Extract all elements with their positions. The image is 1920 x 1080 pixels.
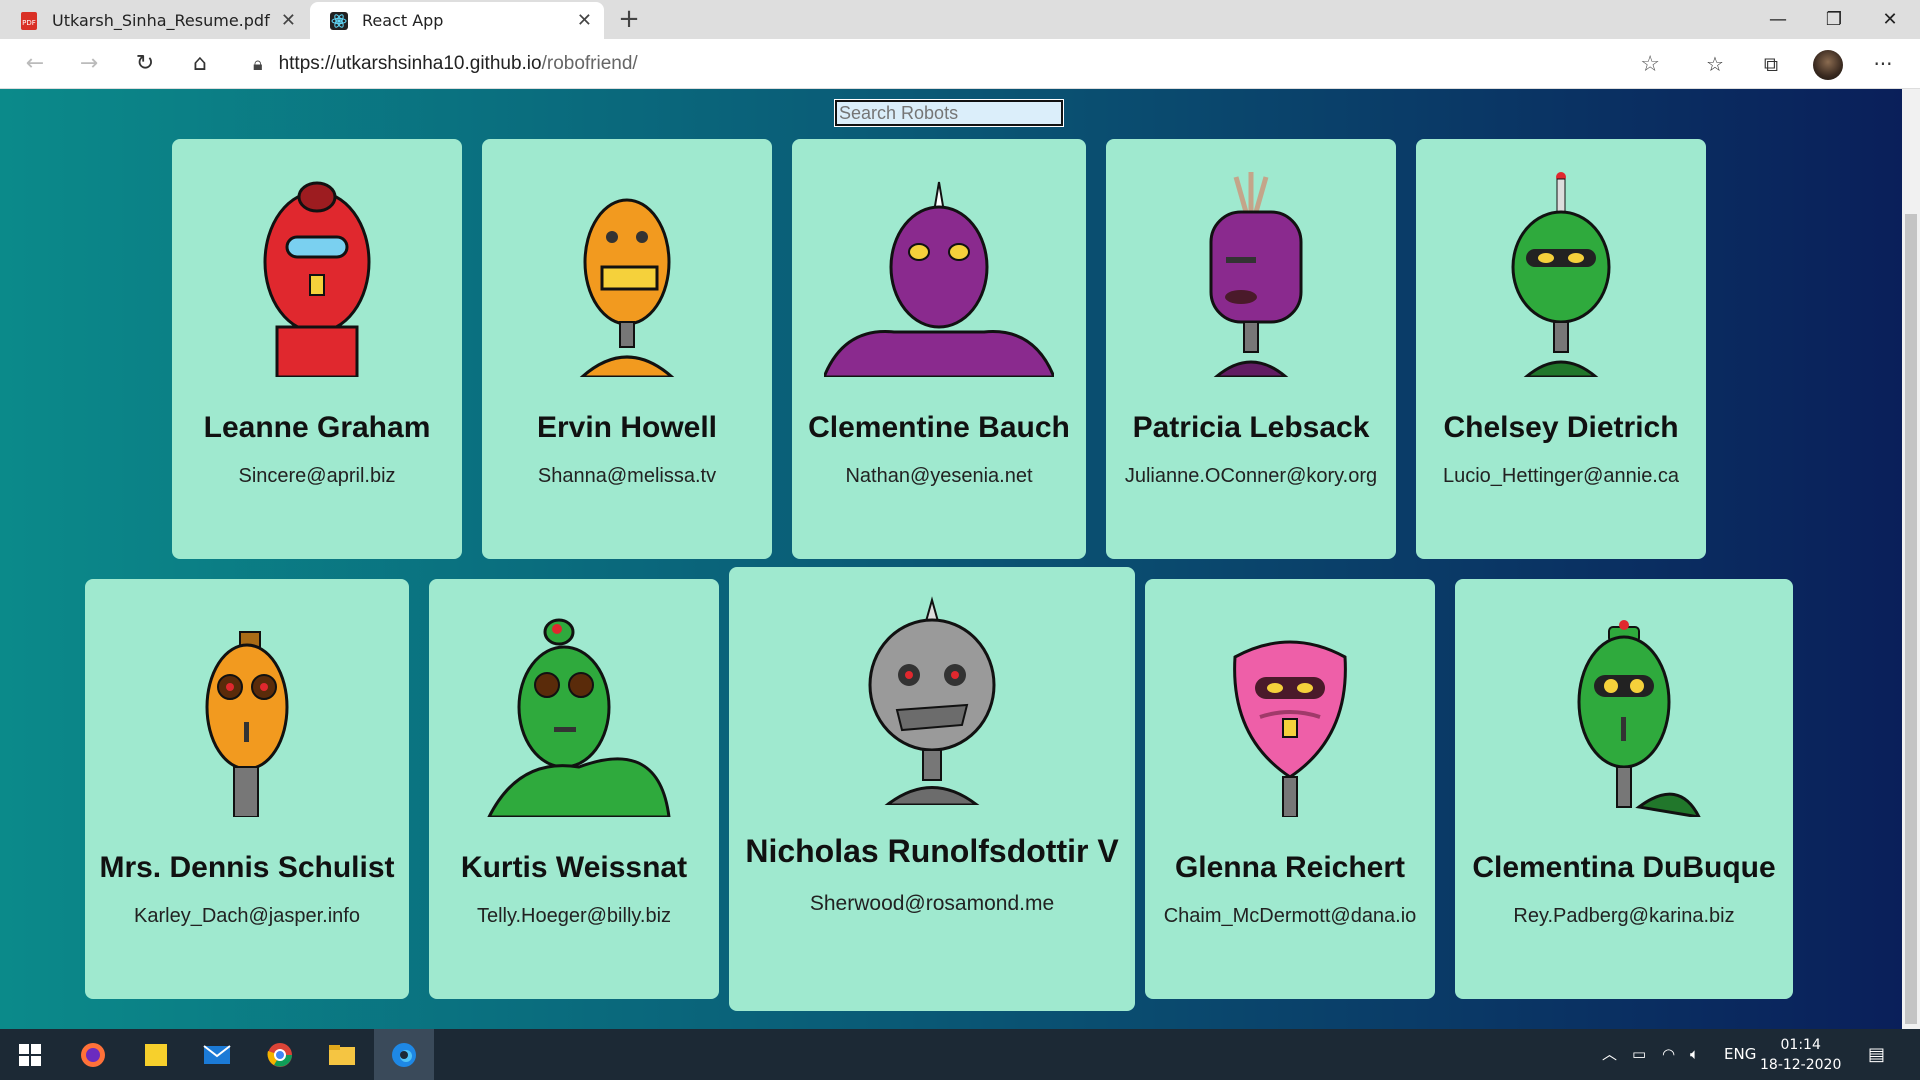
sticky-notes-icon[interactable] bbox=[126, 1029, 186, 1080]
robot-email: Julianne.OConner@kory.org bbox=[1124, 465, 1378, 487]
robot-avatar-image bbox=[1511, 172, 1611, 377]
collections-icon[interactable]: ⧉ bbox=[1756, 49, 1786, 79]
robot-avatar-image bbox=[1233, 640, 1347, 817]
new-tab-button[interactable]: + bbox=[614, 4, 644, 34]
tab-react-app[interactable]: React App ✕ bbox=[310, 2, 604, 39]
restore-button[interactable]: ❐ bbox=[1806, 0, 1862, 39]
firefox-icon[interactable] bbox=[63, 1029, 123, 1080]
robot-email: Nathan@yesenia.net bbox=[845, 465, 1033, 487]
address-bar[interactable]: 🔒︎ https://utkarshsinha10.github.io/robo… bbox=[235, 44, 1680, 84]
robot-name: Patricia Lebsack bbox=[1132, 411, 1370, 444]
mail-icon[interactable] bbox=[187, 1029, 247, 1080]
robofriends-page: Leanne Graham Sincere@april.biz Ervin Howe… bbox=[0, 89, 1902, 1029]
close-window-button[interactable]: ✕ bbox=[1862, 0, 1918, 39]
clock-time: 01:14 bbox=[1780, 1037, 1821, 1053]
browser-toolbar: ← → ↻ ⌂ 🔒︎ https://utkarshsinha10.github… bbox=[0, 39, 1920, 89]
robot-avatar-image bbox=[579, 198, 675, 377]
robot-name: Glenna Reichert bbox=[1174, 851, 1406, 884]
robot-email: Telly.Hoeger@billy.biz bbox=[476, 905, 672, 927]
robot-avatar-image bbox=[487, 618, 671, 817]
robot-email: Sherwood@rosamond.me bbox=[809, 892, 1055, 915]
profile-avatar[interactable] bbox=[1813, 50, 1843, 80]
clock-date: 18-12-2020 bbox=[1760, 1057, 1842, 1073]
file-explorer-icon[interactable] bbox=[312, 1029, 372, 1080]
refresh-icon[interactable]: ↻ bbox=[130, 49, 160, 79]
robot-name: Kurtis Weissnat bbox=[460, 851, 688, 884]
robot-card[interactable]: Ervin Howell Shanna@melissa.tv bbox=[482, 139, 772, 559]
robot-name: Mrs. Dennis Schulist bbox=[99, 851, 395, 884]
scrollbar[interactable] bbox=[1902, 89, 1920, 1029]
volume-icon[interactable]: 🔈︎ bbox=[1690, 1029, 1699, 1080]
svg-text:PDF: PDF bbox=[22, 19, 36, 27]
close-tab-icon[interactable]: ✕ bbox=[281, 10, 296, 31]
language-indicator[interactable]: ENG bbox=[1724, 1029, 1756, 1080]
tab-strip: PDF Utkarsh_Sinha_Resume.pdf ✕ React App… bbox=[0, 0, 1920, 39]
tab-title: React App bbox=[362, 11, 444, 30]
show-hidden-icons-icon[interactable]: ︿ bbox=[1602, 1029, 1617, 1080]
lock-icon: 🔒︎ bbox=[253, 53, 263, 75]
robot-name: Clementine Bauch bbox=[808, 411, 1070, 444]
robot-card[interactable]: Mrs. Dennis Schulist Karley_Dach@jasper.i… bbox=[85, 579, 409, 999]
search-input[interactable] bbox=[834, 99, 1064, 127]
robot-avatar-image bbox=[824, 181, 1054, 377]
robot-email: Sincere@april.biz bbox=[238, 465, 396, 487]
robot-card[interactable]: Clementine Bauch Nathan@yesenia.net bbox=[792, 139, 1086, 559]
browser-window: PDF Utkarsh_Sinha_Resume.pdf ✕ React App… bbox=[0, 0, 1920, 1080]
robot-card[interactable]: Kurtis Weissnat Telly.Hoeger@billy.biz bbox=[429, 579, 719, 999]
wifi-icon[interactable]: ◠ bbox=[1662, 1029, 1675, 1080]
edge-icon[interactable] bbox=[374, 1029, 434, 1080]
robot-email: Shanna@melissa.tv bbox=[537, 465, 717, 487]
robot-card[interactable]: Clementina DuBuque Rey.Padberg@karina.biz bbox=[1455, 579, 1793, 999]
robot-card[interactable]: Chelsey Dietrich Lucio_Hettinger@annie.ca bbox=[1416, 139, 1706, 559]
tab-resume-pdf[interactable]: PDF Utkarsh_Sinha_Resume.pdf ✕ bbox=[0, 2, 308, 39]
favorites-icon[interactable]: ☆ bbox=[1700, 49, 1730, 79]
robot-avatar-image bbox=[263, 181, 371, 377]
robot-name: Nicholas Runolfsdottir V bbox=[745, 833, 1119, 869]
windows-taskbar: ︿ ▭ ◠ 🔈︎ ENG 01:14 18-12-2020 ▤ bbox=[0, 1029, 1920, 1080]
robot-avatar-image bbox=[1209, 172, 1303, 377]
robot-avatar-image bbox=[1577, 620, 1701, 817]
chrome-icon[interactable] bbox=[250, 1029, 310, 1080]
more-menu-icon[interactable]: ··· bbox=[1868, 49, 1898, 79]
robot-card[interactable]: Leanne Graham Sincere@april.biz bbox=[172, 139, 462, 559]
robot-email: Chaim_McDermott@dana.io bbox=[1163, 905, 1417, 927]
scrollbar-thumb[interactable] bbox=[1905, 214, 1917, 1024]
robot-name: Chelsey Dietrich bbox=[1443, 411, 1679, 444]
home-icon[interactable]: ⌂ bbox=[185, 49, 215, 79]
forward-icon[interactable]: → bbox=[74, 49, 104, 79]
robot-avatar-image bbox=[205, 631, 289, 817]
pdf-icon: PDF bbox=[20, 11, 38, 30]
close-tab-icon[interactable]: ✕ bbox=[577, 10, 592, 31]
favorite-star-icon[interactable]: ☆ bbox=[1640, 52, 1660, 77]
robot-name: Ervin Howell bbox=[536, 411, 718, 444]
windows-start-icon[interactable] bbox=[0, 1029, 60, 1080]
robot-avatar-image bbox=[868, 596, 996, 805]
react-icon bbox=[330, 11, 348, 30]
battery-icon[interactable]: ▭ bbox=[1632, 1029, 1646, 1080]
robot-card[interactable]: Nicholas Runolfsdottir V Sherwood@rosamon… bbox=[729, 567, 1135, 1011]
url-text: https://utkarshsinha10.github.io/robofri… bbox=[278, 53, 638, 74]
robot-card[interactable]: Patricia Lebsack Julianne.OConner@kory.or… bbox=[1106, 139, 1396, 559]
back-icon[interactable]: ← bbox=[20, 49, 50, 79]
notifications-icon[interactable]: ▤ bbox=[1868, 1029, 1885, 1080]
robot-name: Clementina DuBuque bbox=[1472, 851, 1776, 884]
minimize-button[interactable]: — bbox=[1750, 0, 1806, 39]
clock[interactable]: 01:14 18-12-2020 bbox=[1760, 1035, 1841, 1075]
robot-email: Lucio_Hettinger@annie.ca bbox=[1442, 465, 1679, 487]
robot-email: Rey.Padberg@karina.biz bbox=[1513, 905, 1735, 927]
robot-email: Karley_Dach@jasper.info bbox=[134, 905, 360, 927]
robot-name: Leanne Graham bbox=[203, 411, 431, 444]
robot-card[interactable]: Glenna Reichert Chaim_McDermott@dana.io bbox=[1145, 579, 1435, 999]
tab-title: Utkarsh_Sinha_Resume.pdf bbox=[52, 11, 270, 30]
